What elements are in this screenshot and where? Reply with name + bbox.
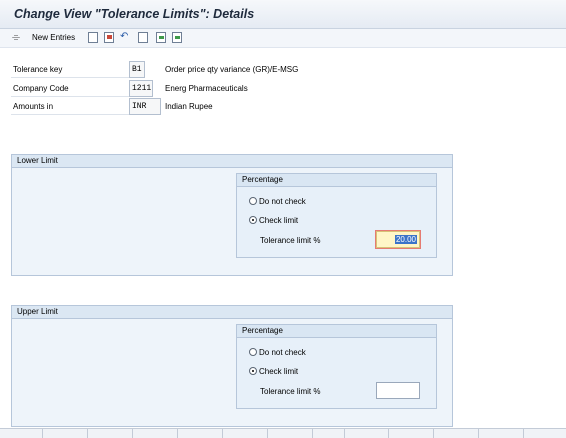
tolerance-key-description: Order price qty variance (GR)/E-MSG [165, 65, 299, 74]
page-title: Change View "Tolerance Limits": Details [14, 7, 255, 21]
lower-check-limit-option[interactable]: Check limit [249, 215, 298, 227]
company-code-label: Company Code [11, 80, 129, 97]
lower-tolerance-limit-label: Tolerance limit % [260, 236, 321, 245]
upper-do-not-check-radio[interactable] [249, 348, 257, 356]
lower-limit-group: Lower Limit Percentage Do not check Chec… [11, 154, 453, 276]
lower-check-limit-label: Check limit [259, 216, 299, 225]
undo-icon[interactable]: ↶ [120, 31, 128, 42]
upper-check-limit-option[interactable]: Check limit [249, 366, 298, 378]
next-entry-icon[interactable] [156, 32, 166, 43]
lower-tolerance-limit-input[interactable]: 20.00 [376, 231, 420, 248]
lower-limit-title: Lower Limit [12, 155, 452, 168]
upper-limit-title: Upper Limit [12, 306, 452, 319]
upper-percentage-group: Percentage Do not check Check limit Tole… [236, 324, 437, 409]
upper-check-limit-radio[interactable] [249, 367, 257, 375]
upper-limit-group: Upper Limit Percentage Do not check Chec… [11, 305, 453, 427]
tolerance-key-label: Tolerance key [11, 61, 129, 78]
upper-do-not-check-label: Do not check [259, 348, 306, 357]
upper-percentage-title: Percentage [237, 325, 436, 338]
lower-percentage-group: Percentage Do not check Check limit Tole… [236, 173, 437, 258]
upper-tolerance-limit-input[interactable] [376, 382, 420, 399]
amounts-in-field[interactable]: INR [129, 98, 161, 115]
title-bar: Change View "Tolerance Limits": Details [0, 0, 566, 29]
amounts-in-label: Amounts in [11, 98, 129, 115]
delete-icon[interactable] [104, 32, 114, 43]
glasses-icon[interactable]: ⌯ [12, 32, 20, 43]
upper-do-not-check-option[interactable]: Do not check [249, 347, 306, 359]
new-entries-button[interactable]: New Entries [32, 33, 75, 42]
lower-tolerance-limit-value: 20.00 [394, 235, 417, 244]
select-icon[interactable] [172, 32, 182, 43]
tolerance-key-field[interactable]: B1 [129, 61, 145, 78]
lower-percentage-title: Percentage [237, 174, 436, 187]
copy-icon[interactable] [88, 32, 98, 43]
upper-check-limit-label: Check limit [259, 367, 299, 376]
lower-do-not-check-option[interactable]: Do not check [249, 196, 306, 208]
lower-do-not-check-label: Do not check [259, 197, 306, 206]
company-code-field[interactable]: 1211 [129, 80, 153, 97]
amounts-in-description: Indian Rupee [165, 102, 213, 111]
lower-do-not-check-radio[interactable] [249, 197, 257, 205]
upper-tolerance-limit-label: Tolerance limit % [260, 387, 321, 396]
company-code-description: Energ Pharmaceuticals [165, 84, 248, 93]
lower-check-limit-radio[interactable] [249, 216, 257, 224]
application-toolbar: ⌯ New Entries ↶ [0, 29, 566, 48]
prev-entry-icon[interactable] [138, 32, 148, 43]
